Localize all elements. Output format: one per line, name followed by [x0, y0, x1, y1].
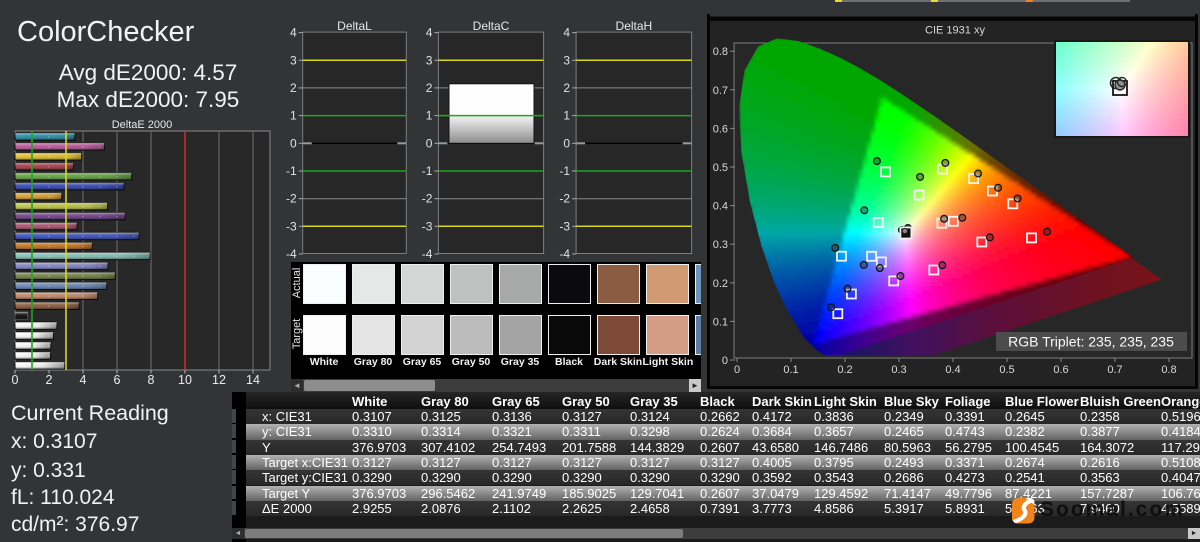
svg-text:3: 3 — [563, 53, 570, 67]
svg-text:0.4: 0.4 — [945, 364, 960, 376]
svg-text:1: 1 — [426, 109, 433, 123]
svg-text:2: 2 — [426, 81, 433, 95]
svg-text:8: 8 — [148, 373, 155, 387]
svg-text:-4: -4 — [422, 247, 433, 260]
svg-text:-4: -4 — [286, 247, 297, 260]
svg-text:-1: -1 — [559, 164, 570, 178]
svg-text:-1: -1 — [286, 164, 297, 178]
svg-text:0.6: 0.6 — [713, 123, 728, 135]
svg-text:0.2: 0.2 — [713, 278, 728, 290]
svg-text:0: 0 — [290, 136, 297, 150]
svg-text:0.7: 0.7 — [1107, 364, 1122, 376]
svg-text:0.5: 0.5 — [713, 162, 728, 174]
svg-text:-2: -2 — [422, 192, 433, 206]
svg-text:4: 4 — [290, 26, 297, 40]
svg-text:-3: -3 — [286, 219, 297, 233]
svg-text:2: 2 — [563, 81, 570, 95]
svg-text:1: 1 — [290, 109, 297, 123]
svg-text:-2: -2 — [286, 192, 297, 206]
svg-text:3: 3 — [290, 53, 297, 67]
svg-text:3: 3 — [426, 53, 433, 67]
svg-text:0.3: 0.3 — [713, 239, 728, 251]
svg-text:-3: -3 — [422, 219, 433, 233]
svg-text:0.5: 0.5 — [999, 364, 1014, 376]
svg-text:4: 4 — [563, 26, 570, 40]
svg-text:0.1: 0.1 — [783, 364, 798, 376]
svg-text:0.4: 0.4 — [713, 201, 728, 213]
svg-text:RGB Triplet: 235, 235, 235: RGB Triplet: 235, 235, 235 — [1008, 334, 1174, 350]
svg-text:-2: -2 — [559, 192, 570, 206]
svg-text:10: 10 — [178, 373, 192, 387]
svg-text:0.1: 0.1 — [713, 316, 728, 328]
svg-text:0: 0 — [734, 364, 740, 376]
svg-text:-3: -3 — [559, 219, 570, 233]
svg-text:1: 1 — [563, 109, 570, 123]
svg-text:0: 0 — [722, 355, 728, 367]
svg-text:DeltaE 2000: DeltaE 2000 — [112, 119, 173, 131]
svg-text:0.3: 0.3 — [891, 364, 906, 376]
svg-text:0: 0 — [12, 373, 19, 387]
svg-text:0: 0 — [426, 136, 433, 150]
svg-text:4: 4 — [426, 26, 433, 40]
svg-text:-1: -1 — [422, 164, 433, 178]
svg-text:CIE 1931 xy: CIE 1931 xy — [925, 25, 985, 37]
svg-text:0.2: 0.2 — [837, 364, 852, 376]
svg-text:0: 0 — [563, 136, 570, 150]
svg-text:0.7: 0.7 — [713, 85, 728, 97]
svg-text:0.8: 0.8 — [713, 46, 728, 58]
svg-text:14: 14 — [246, 373, 260, 387]
svg-text:12: 12 — [212, 373, 226, 387]
svg-text:-4: -4 — [559, 247, 570, 260]
svg-text:0.8: 0.8 — [1161, 364, 1176, 376]
svg-text:DeltaL: DeltaL — [337, 19, 372, 33]
svg-text:2: 2 — [46, 373, 53, 387]
svg-text:DeltaC: DeltaC — [473, 19, 510, 33]
svg-text:DeltaH: DeltaH — [616, 19, 653, 33]
svg-text:4: 4 — [80, 373, 87, 387]
svg-text:0.6: 0.6 — [1053, 364, 1068, 376]
svg-text:2: 2 — [290, 81, 297, 95]
svg-text:6: 6 — [114, 373, 121, 387]
